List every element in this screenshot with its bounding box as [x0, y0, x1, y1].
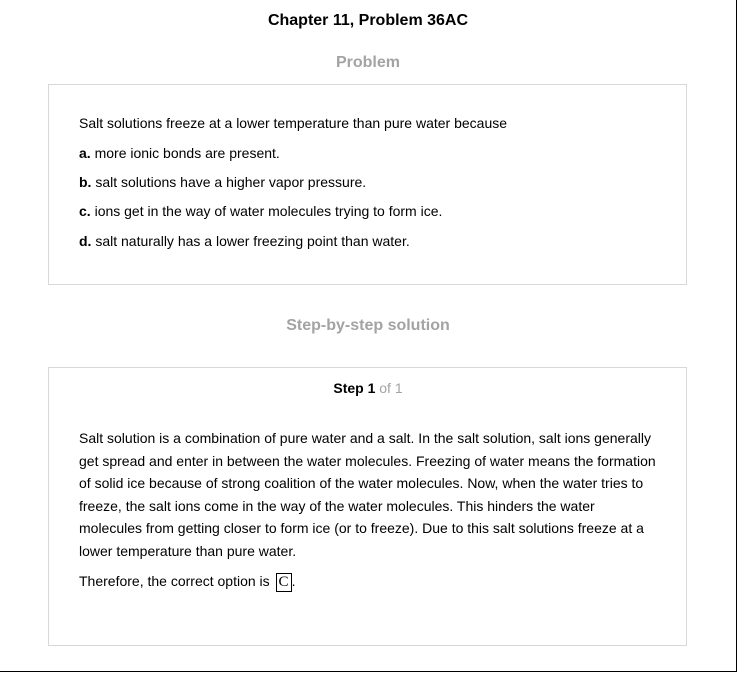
option-a-text: more ionic bonds are present. — [90, 145, 280, 161]
solution-heading: Step-by-step solution — [286, 317, 450, 334]
problem-heading: Problem — [335, 54, 400, 71]
option-b-letter: b. — [79, 174, 92, 190]
chapter-title: Chapter 11, Problem 36AC — [267, 12, 469, 29]
answer-box: C — [275, 572, 292, 592]
option-a-letter: a. — [79, 145, 91, 161]
option-d-letter: d. — [79, 233, 92, 249]
answer-suffix: . — [291, 573, 296, 589]
step-number: Step 1 — [333, 380, 376, 396]
option-a: a. more ionic bonds are present. — [79, 144, 280, 162]
option-d-text: salt naturally has a lower freezing poin… — [91, 233, 410, 249]
option-c-text: ions get in the way of water molecules t… — [90, 203, 443, 219]
solution-explanation: Salt solution is a combination of pure w… — [79, 430, 656, 559]
step-total: of 1 — [375, 380, 403, 396]
option-d: d. salt naturally has a lower freezing p… — [79, 232, 410, 250]
step-indicator: Step 1 of 1 — [0, 380, 736, 396]
option-b: b. salt solutions have a higher vapor pr… — [79, 173, 366, 191]
option-c: c. ions get in the way of water molecule… — [79, 202, 442, 220]
problem-question: Salt solutions freeze at a lower tempera… — [79, 115, 508, 131]
answer-prefix: Therefore, the correct option is — [79, 573, 274, 589]
option-b-text: salt solutions have a higher vapor press… — [91, 174, 367, 190]
answer-line: Therefore, the correct option is C. — [79, 570, 295, 592]
option-c-letter: c. — [79, 203, 91, 219]
